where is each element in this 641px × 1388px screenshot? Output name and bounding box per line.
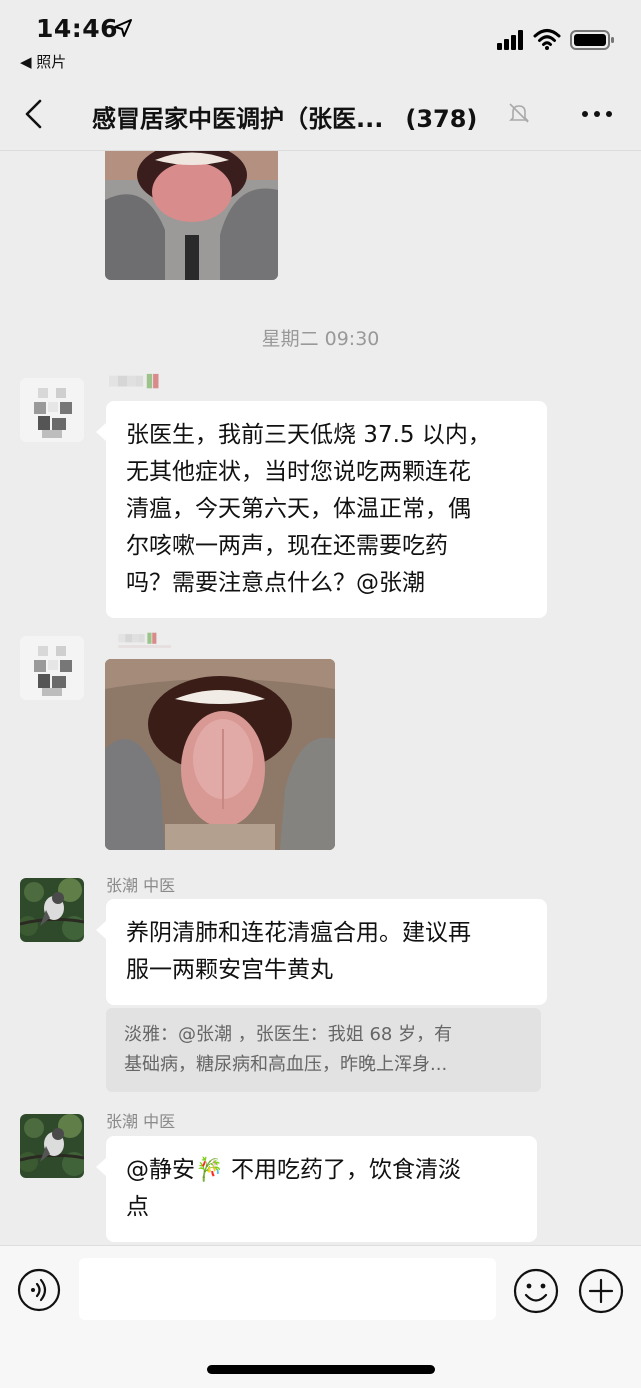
message-line: 养阴清肺和连花清瘟合用。建议再 [126, 920, 471, 946]
location-arrow-icon [114, 19, 132, 37]
message-line: 无其他症状，当时您说吃两颗连花 [126, 459, 471, 485]
tongue-photo [105, 150, 278, 280]
message-image[interactable] [105, 659, 335, 850]
status-time: 14:46 [36, 14, 119, 43]
avatar[interactable] [20, 378, 84, 442]
sender-name-blurred [109, 373, 159, 389]
message-line: @静安🎋 不用吃药了，饮食清淡 [126, 1157, 461, 1183]
quoted-message[interactable]: 淡雅：@张潮 ，张医生：我姐 68 岁，有 基础病，糖尿病和高血压，昨晚上浑身.… [106, 1008, 541, 1092]
more-icon[interactable] [580, 102, 614, 126]
member-count: (378) [405, 105, 478, 133]
avatar[interactable] [20, 1114, 84, 1178]
message-bubble[interactable]: 养阴清肺和连花清瘟合用。建议再 服一两颗安宫牛黄丸 [96, 899, 547, 1005]
quote-line: 基础病，糖尿病和高血压，昨晚上浑身... [124, 1054, 448, 1075]
avatar-pixelated [20, 378, 84, 442]
message-line: 张医生，我前三天低烧 37.5 以内， [126, 422, 491, 448]
message-line: 清瘟，今天第六天，体温正常，偶 [126, 496, 471, 522]
timestamp: 星期二 09:30 [261, 328, 380, 350]
mute-bell-icon [509, 103, 529, 123]
message-list[interactable]: 星期二 09:30 张医生，我前三天低烧 37.5 以内， 无其他症状，当时您说… [0, 150, 641, 1245]
chat-header: 感冒居家中医调护（张医... (378) [0, 80, 641, 151]
message-line: 尔咳嗽一两声，现在还需要吃药 [126, 533, 448, 559]
voice-icon[interactable] [17, 1268, 61, 1312]
message-line: 吗？需要注意点什么？@张潮 [126, 570, 425, 596]
message-line: 点 [126, 1194, 149, 1220]
message-image-partial[interactable] [105, 150, 278, 280]
status-bar: 14:46 ◀ 照片 [0, 0, 641, 80]
plus-icon[interactable] [578, 1268, 624, 1314]
avatar[interactable] [20, 878, 84, 942]
message-bubble[interactable]: 张医生，我前三天低烧 37.5 以内， 无其他症状，当时您说吃两颗连花 清瘟，今… [96, 401, 547, 618]
battery-icon [570, 30, 614, 50]
chat-title: 感冒居家中医调护（张医... (378) [92, 99, 477, 134]
message-line: 服一两颗安宫牛黄丸 [126, 957, 333, 983]
avatar-bird-photo [20, 878, 84, 942]
tongue-photo [105, 659, 335, 850]
message-bubble[interactable]: @静安🎋 不用吃药了，饮食清淡 点 [96, 1136, 537, 1242]
message-input[interactable] [79, 1258, 496, 1320]
sender-name: 张潮 中医 [106, 876, 176, 895]
avatar-pixelated [20, 636, 84, 700]
input-bar [0, 1245, 641, 1388]
avatar-bird-photo [20, 1114, 84, 1178]
sender-name: 张潮 中医 [106, 1112, 176, 1131]
back-chevron-icon[interactable] [22, 98, 46, 130]
avatar[interactable] [20, 636, 84, 700]
home-indicator [207, 1365, 435, 1374]
wifi-icon [533, 29, 561, 50]
sender-name-blurred [118, 632, 171, 648]
emoji-icon[interactable] [513, 1268, 559, 1314]
group-name: 感冒居家中医调护（张医... [92, 105, 384, 133]
back-to-app-link[interactable]: ◀ 照片 [20, 51, 66, 72]
cellular-signal-icon [497, 30, 523, 50]
quote-line: 淡雅：@张潮 ，张医生：我姐 68 岁，有 [124, 1024, 453, 1045]
